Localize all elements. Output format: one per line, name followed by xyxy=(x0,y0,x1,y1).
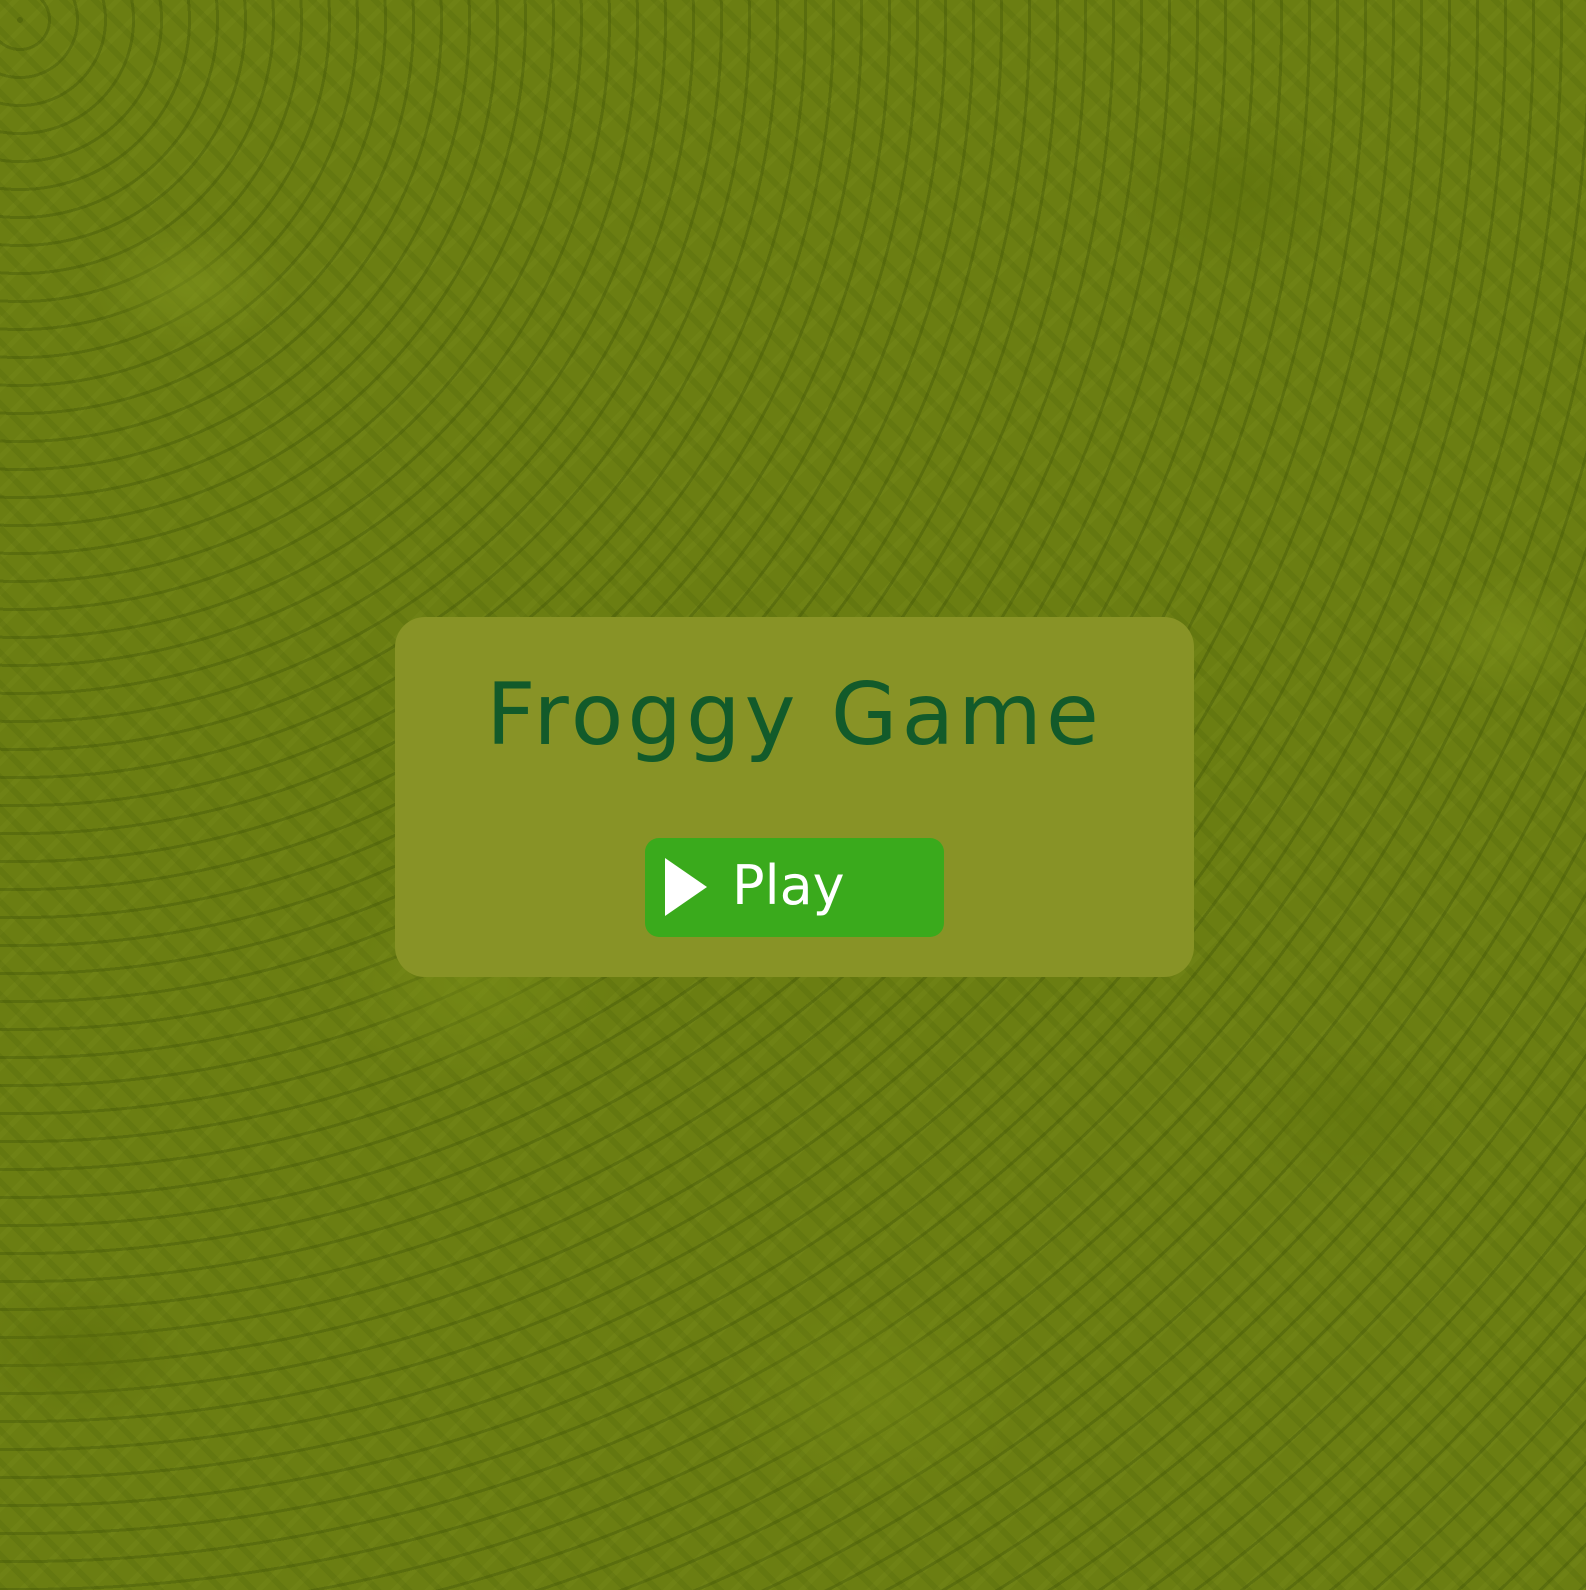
play-button-label: Play xyxy=(732,854,845,917)
play-icon xyxy=(665,858,707,916)
play-button[interactable]: Play xyxy=(645,838,944,937)
main-menu-panel: Froggy Game Play xyxy=(395,617,1194,977)
game-title: Froggy Game xyxy=(486,665,1103,765)
